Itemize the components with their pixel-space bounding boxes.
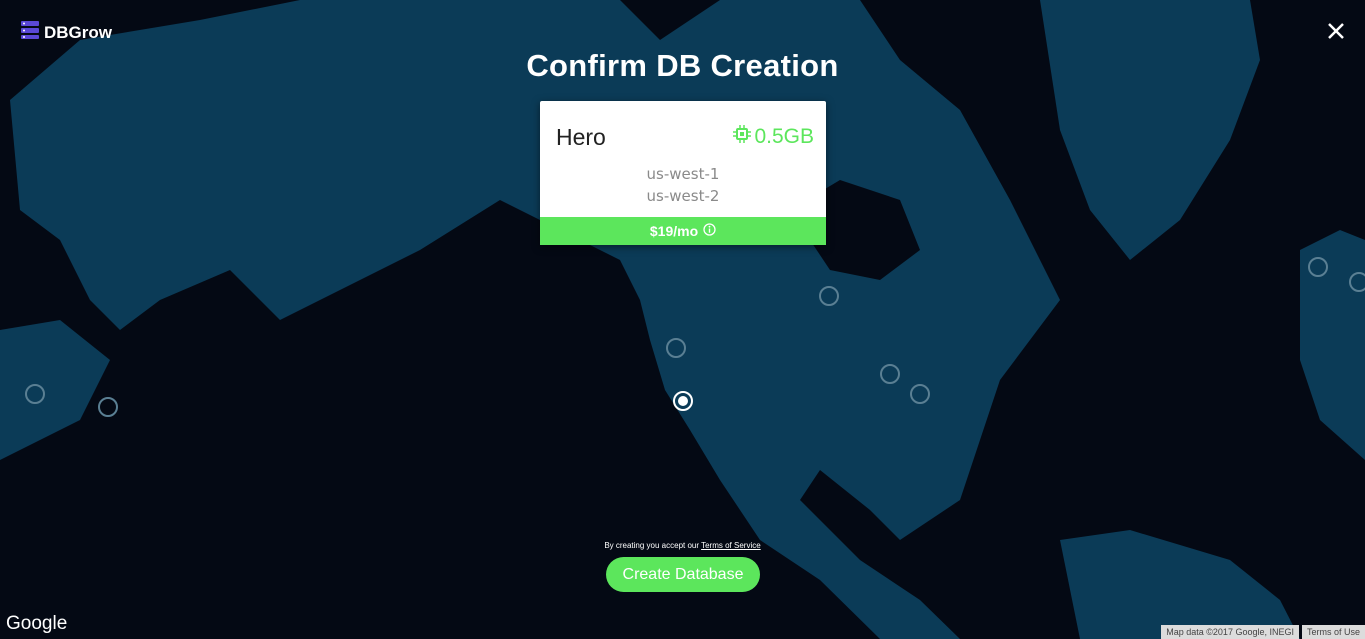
terms-of-service-link[interactable]: Terms of Service xyxy=(701,541,761,550)
plan-price-bar: $19/mo xyxy=(540,217,826,245)
map-data-attribution: Map data ©2017 Google, INEGI xyxy=(1161,625,1299,639)
info-icon[interactable] xyxy=(703,223,716,239)
brand-name: DBGrow xyxy=(44,22,112,42)
close-icon[interactable] xyxy=(1323,18,1349,44)
chip-icon xyxy=(733,125,752,149)
terms-of-use-link[interactable]: Terms of Use xyxy=(1301,625,1365,639)
create-database-button[interactable]: Create Database xyxy=(606,557,760,592)
plan-name: Hero xyxy=(556,124,606,150)
page-title: Confirm DB Creation xyxy=(526,48,839,83)
plan-size: 0.5GB xyxy=(733,125,814,149)
brand-logo[interactable]: DBGrow xyxy=(20,20,112,45)
terms-notice: By creating you accept our Terms of Serv… xyxy=(0,541,1365,550)
database-icon xyxy=(20,20,40,45)
plan-size-value: 0.5GB xyxy=(754,125,814,148)
plan-price: $19/mo xyxy=(649,223,699,239)
google-logo[interactable]: Google xyxy=(6,613,67,635)
close-button[interactable] xyxy=(1323,18,1349,44)
terms-prefix: By creating you accept our xyxy=(604,541,700,550)
plan-region: us-west-1 xyxy=(646,165,720,183)
plan-regions: us-west-1 us-west-2 xyxy=(540,163,826,207)
plan-region: us-west-2 xyxy=(646,187,720,205)
plan-card: Hero 0.5GB us-west-1 us-west-2 $19/mo xyxy=(540,101,826,245)
map-attribution: Map data ©2017 Google, INEGI Terms of Us… xyxy=(1161,625,1365,639)
